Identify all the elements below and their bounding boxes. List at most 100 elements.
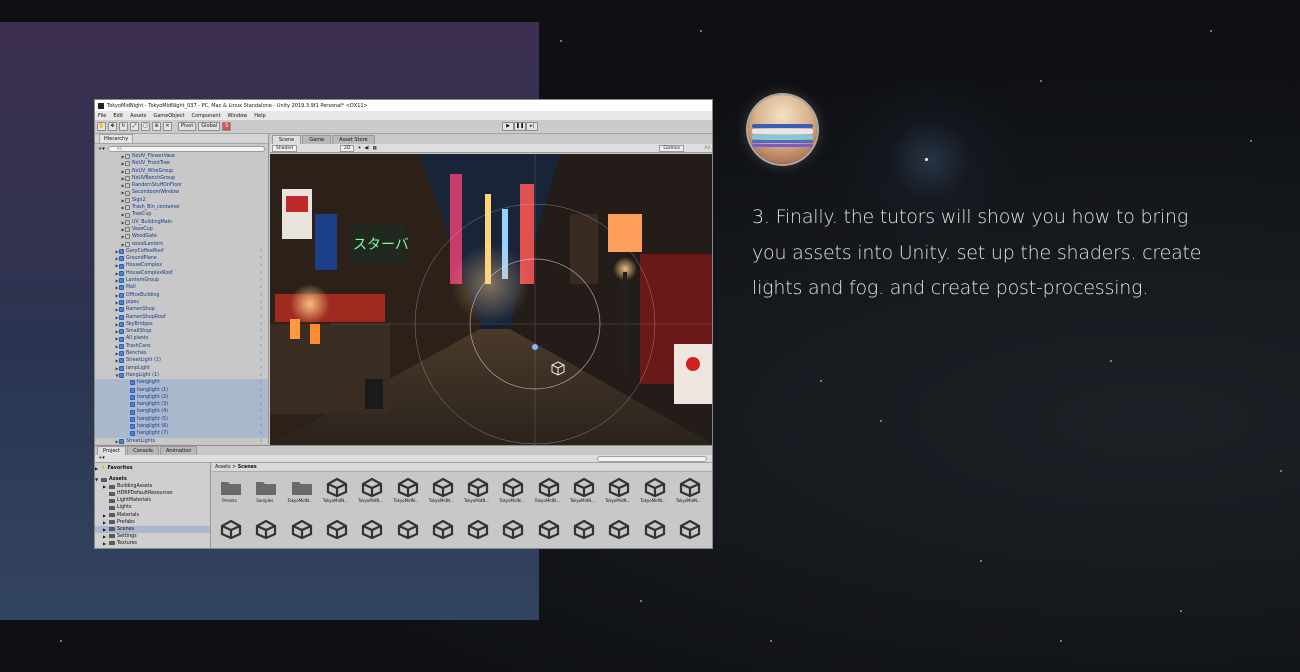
asset-tile[interactable]: TokyoMidN...	[494, 473, 529, 503]
chevron-right-icon[interactable]: ›	[260, 394, 262, 401]
hierarchy-item[interactable]: hanglight (5) ›	[95, 415, 268, 423]
collab-icon[interactable]: S	[222, 122, 232, 131]
tab-game[interactable]: Game	[302, 135, 332, 144]
hierarchy-item[interactable]: ▶ OfficeBuilding ›	[95, 292, 268, 299]
chevron-right-icon[interactable]: ›	[260, 372, 262, 379]
project-create-dropdown[interactable]: +▾	[98, 455, 105, 461]
hierarchy-item[interactable]: ▶ Benches ›	[95, 350, 268, 357]
chevron-right-icon[interactable]: ›	[260, 357, 262, 364]
project-folder-item[interactable]: ▶ Prefabs	[95, 519, 210, 526]
create-dropdown[interactable]: +▾	[98, 146, 105, 152]
project-folder-item[interactable]: ▶ Scenes	[95, 525, 210, 533]
chevron-right-icon[interactable]: ›	[260, 423, 262, 430]
menu-window[interactable]: Window	[228, 113, 248, 119]
hierarchy-item[interactable]: ▶ WoodGate	[95, 233, 268, 240]
chevron-right-icon[interactable]: ›	[260, 284, 262, 291]
asset-tile[interactable]	[494, 515, 529, 545]
chevron-right-icon[interactable]: ›	[260, 365, 262, 372]
gizmos-dropdown[interactable]: Gizmos	[659, 144, 684, 152]
chevron-right-icon[interactable]: ›	[260, 430, 262, 437]
audio-toggle-icon[interactable]: ◀)	[364, 146, 369, 151]
breadcrumb-scenes[interactable]: Scenes	[238, 465, 257, 470]
hierarchy-item[interactable]: ▶ LanternGroup ›	[95, 277, 268, 284]
hierarchy-item[interactable]: hanglight (6) ›	[95, 422, 268, 431]
asset-tile[interactable]: Presets	[212, 473, 247, 503]
asset-tile[interactable]: TokyoMidN...	[600, 473, 635, 503]
hierarchy-item[interactable]: ▶ Trash_Bin_container	[95, 204, 268, 211]
scene-viewport[interactable]: スターバ	[270, 154, 712, 445]
asset-tile[interactable]	[389, 515, 424, 545]
hand-tool-icon[interactable]: ✋	[97, 122, 106, 131]
effects-toggle-icon[interactable]: ▦	[373, 146, 377, 151]
project-folder-item[interactable]: ▶ Textures	[95, 540, 210, 547]
step-button[interactable]: ▸|	[526, 122, 538, 131]
menu-edit[interactable]: Edit	[113, 113, 123, 119]
asset-tile[interactable]: Samples	[247, 473, 282, 503]
chevron-right-icon[interactable]: ›	[260, 379, 262, 386]
shading-mode-dropdown[interactable]: Shaded	[272, 144, 297, 152]
hierarchy-item[interactable]: ▶ lampLight ›	[95, 365, 268, 372]
project-folder-item[interactable]: HDRPDefaultResources	[95, 490, 210, 497]
hierarchy-item[interactable]: hanglight (4) ›	[95, 408, 268, 416]
asset-tile[interactable]	[353, 515, 388, 545]
asset-tile[interactable]	[247, 515, 282, 545]
asset-tile[interactable]	[424, 515, 459, 545]
hierarchy-item[interactable]: ▶ pipes ›	[95, 299, 268, 306]
rect-tool-icon[interactable]: ▢	[141, 122, 150, 131]
hierarchy-item[interactable]: ▼ HangLight (1) ›	[95, 372, 268, 379]
transform-tool-icon[interactable]: ⊕	[152, 122, 161, 131]
chevron-right-icon[interactable]: ›	[260, 416, 262, 423]
chevron-right-icon[interactable]: ›	[260, 270, 262, 277]
hierarchy-item[interactable]: ▶ NoUV_WireGroup	[95, 168, 268, 175]
hierarchy-item[interactable]: ▶ NoUV_FrontTree	[95, 160, 268, 167]
asset-tile[interactable]: TokyoMidN...	[283, 473, 318, 503]
hierarchy-item[interactable]: ▶ NoUVBenchGroup	[95, 175, 268, 182]
asset-tile[interactable]	[283, 515, 318, 545]
pivot-toggle[interactable]: Pivot	[178, 122, 197, 131]
hierarchy-item[interactable]: ▶ HouseComplexRoof ›	[95, 270, 268, 277]
chevron-right-icon[interactable]: ›	[260, 401, 262, 408]
global-toggle[interactable]: Global	[198, 122, 221, 131]
chevron-right-icon[interactable]: ›	[260, 328, 262, 335]
hierarchy-item[interactable]: ▶ TrashCans ›	[95, 343, 268, 350]
hierarchy-item[interactable]: ▶ SmallShop ›	[95, 328, 268, 335]
chevron-right-icon[interactable]: ›	[260, 343, 262, 350]
chevron-right-icon[interactable]: ›	[260, 335, 262, 342]
menu-gameobject[interactable]: GameObject	[153, 113, 184, 119]
tab-scene[interactable]: Scene	[272, 135, 302, 144]
assets-root-item[interactable]: ▼ Assets	[95, 476, 210, 483]
hierarchy-item[interactable]: hanglight (3) ›	[95, 401, 268, 409]
project-folder-item[interactable]: ▶ BuildingAssets	[95, 483, 210, 490]
chevron-right-icon[interactable]: ›	[260, 262, 262, 269]
hierarchy-item[interactable]: ▶ SkyBridges ›	[95, 321, 268, 328]
asset-tile[interactable]	[318, 515, 353, 545]
asset-tile[interactable]	[565, 515, 600, 545]
scale-tool-icon[interactable]: ⤢	[130, 122, 139, 131]
tab-project[interactable]: Project	[97, 446, 127, 455]
menu-help[interactable]: Help	[254, 113, 265, 119]
asset-tile[interactable]: TokyoMidN...	[318, 473, 353, 503]
hierarchy-tab[interactable]: Hierarchy	[95, 134, 268, 144]
hierarchy-item[interactable]: ▶ SecondoomWindow	[95, 189, 268, 196]
rotate-tool-icon[interactable]: ↻	[119, 122, 128, 131]
breadcrumb-assets[interactable]: Assets	[215, 465, 231, 470]
project-folder-item[interactable]: Lights	[95, 504, 210, 511]
play-button[interactable]: ▶	[502, 122, 514, 131]
favorites-item[interactable]: ▶ ★ Favorites	[95, 465, 210, 472]
chevron-right-icon[interactable]: ›	[260, 299, 262, 306]
asset-tile[interactable]	[600, 515, 635, 545]
asset-tile[interactable]: TokyoMidN...	[389, 473, 424, 503]
project-search-input[interactable]	[597, 456, 707, 462]
hierarchy-item[interactable]: hanglight (1) ›	[95, 386, 268, 394]
chevron-right-icon[interactable]: ›	[260, 306, 262, 313]
chevron-right-icon[interactable]: ›	[260, 438, 262, 445]
hierarchy-item[interactable]: ▶ Mall ›	[95, 284, 268, 291]
project-folder-item[interactable]: LightMaterials	[95, 497, 210, 504]
hierarchy-item[interactable]: ▶ Sign2	[95, 197, 268, 204]
project-folder-item[interactable]: ▶ Settings	[95, 533, 210, 540]
hierarchy-item[interactable]: ▶ All plants ›	[95, 335, 268, 342]
tab-asset-store[interactable]: Asset Store	[332, 135, 375, 144]
asset-tile[interactable]: TokyoMidN...	[353, 473, 388, 503]
hierarchy-item[interactable]: ▶ VaseCup	[95, 226, 268, 233]
chevron-right-icon[interactable]: ›	[260, 350, 262, 357]
